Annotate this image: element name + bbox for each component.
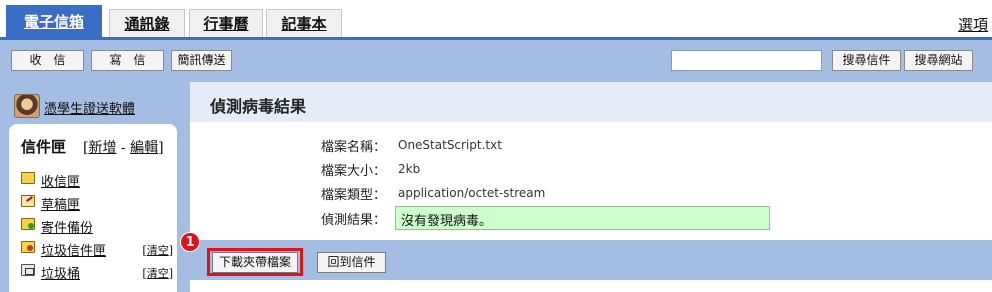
sidebar: 憑學生證送軟體 信件匣 [新增 - 編輯] 收信匣 草稿匣 寄件備份 垃圾信件匣…	[0, 82, 190, 292]
receive-mail-button[interactable]: 收信	[11, 50, 84, 71]
folder-label[interactable]: 垃圾桶	[41, 263, 80, 282]
folder-label[interactable]: 收信匣	[41, 171, 80, 190]
tab-email[interactable]: 電子信箱	[6, 5, 102, 40]
tab-calendar[interactable]: 行事曆	[189, 9, 263, 40]
user-avatar-icon	[14, 94, 40, 118]
options-link[interactable]: 選項	[958, 14, 988, 35]
search-web-button[interactable]: 搜尋網站	[904, 50, 973, 71]
compose-mail-button[interactable]: 寫信	[91, 50, 164, 71]
search-input[interactable]	[671, 50, 822, 71]
tab-contacts[interactable]: 通訊錄	[109, 9, 185, 40]
sms-send-button[interactable]: 簡訊傳送	[171, 50, 232, 71]
file-name-value: OneStatScript.txt	[398, 138, 502, 152]
file-type-label: 檔案類型：	[320, 188, 386, 203]
folders-actions: [新增 - 編輯]	[83, 140, 164, 156]
folder-item-trash[interactable]: 垃圾桶 [清空]	[21, 262, 175, 282]
action-bar: 下載夾帶檔案 回到信件	[190, 240, 992, 280]
tab-notes[interactable]: 記事本	[266, 9, 342, 40]
file-name-label: 檔案名稱：	[320, 140, 386, 155]
folder-item-sent[interactable]: 寄件備份	[21, 216, 175, 236]
folder-panel: 信件匣 [新增 - 編輯] 收信匣 草稿匣 寄件備份 垃圾信件匣 [清空] 垃圾…	[9, 124, 177, 292]
step-number-badge: 1	[180, 232, 200, 252]
back-to-mail-button[interactable]: 回到信件	[317, 252, 386, 273]
webmail-page: 電子信箱 通訊錄 行事曆 記事本 選項 收信 寫信 簡訊傳送 搜尋信件 搜尋網站…	[0, 0, 992, 292]
new-folder-link[interactable]: 新增	[88, 140, 116, 156]
page-title: 偵測病毒結果	[210, 97, 307, 116]
user-name-link[interactable]: 憑學生證送軟體	[44, 98, 135, 117]
edit-folders-link[interactable]: 編輯	[130, 140, 158, 156]
file-size-label: 檔案大小：	[320, 164, 386, 179]
top-tab-bar: 電子信箱 通訊錄 行事曆 記事本 選項	[0, 0, 992, 40]
scan-result-panel: 檔案名稱： OneStatScript.txt 檔案大小： 2kb 檔案類型： …	[190, 122, 992, 240]
clear-trash-control: [清空]	[142, 267, 173, 280]
file-type-value: application/octet-stream	[398, 186, 546, 200]
trash-folder-icon	[21, 264, 35, 276]
file-size-value: 2kb	[398, 162, 421, 176]
clear-spam-control: [清空]	[142, 244, 173, 257]
inbox-folder-icon	[21, 172, 35, 184]
search-mail-button[interactable]: 搜尋信件	[832, 50, 901, 71]
content-header: 偵測病毒結果	[190, 82, 992, 122]
folder-label[interactable]: 垃圾信件匣	[41, 240, 106, 259]
folder-label[interactable]: 寄件備份	[41, 217, 93, 236]
scan-result-value: 沒有發現病毒。	[401, 214, 493, 229]
sent-folder-icon	[21, 218, 35, 230]
folder-item-spam[interactable]: 垃圾信件匣 [清空]	[21, 239, 175, 259]
clear-trash-link[interactable]: 清空	[147, 267, 169, 280]
folder-label[interactable]: 草稿匣	[41, 194, 80, 213]
drafts-folder-icon	[21, 195, 35, 207]
spam-folder-icon	[21, 241, 35, 253]
scan-result-box: 沒有發現病毒。	[395, 206, 770, 230]
folders-title: 信件匣	[21, 138, 67, 156]
mail-toolbar: 收信 寫信 簡訊傳送 搜尋信件 搜尋網站	[0, 40, 992, 82]
folder-item-drafts[interactable]: 草稿匣	[21, 193, 175, 213]
bottom-strip	[190, 280, 992, 292]
scan-result-label: 偵測結果：	[320, 213, 386, 228]
clear-spam-link[interactable]: 清空	[147, 244, 169, 257]
folder-item-inbox[interactable]: 收信匣	[21, 170, 175, 190]
download-highlight-box	[207, 248, 303, 276]
